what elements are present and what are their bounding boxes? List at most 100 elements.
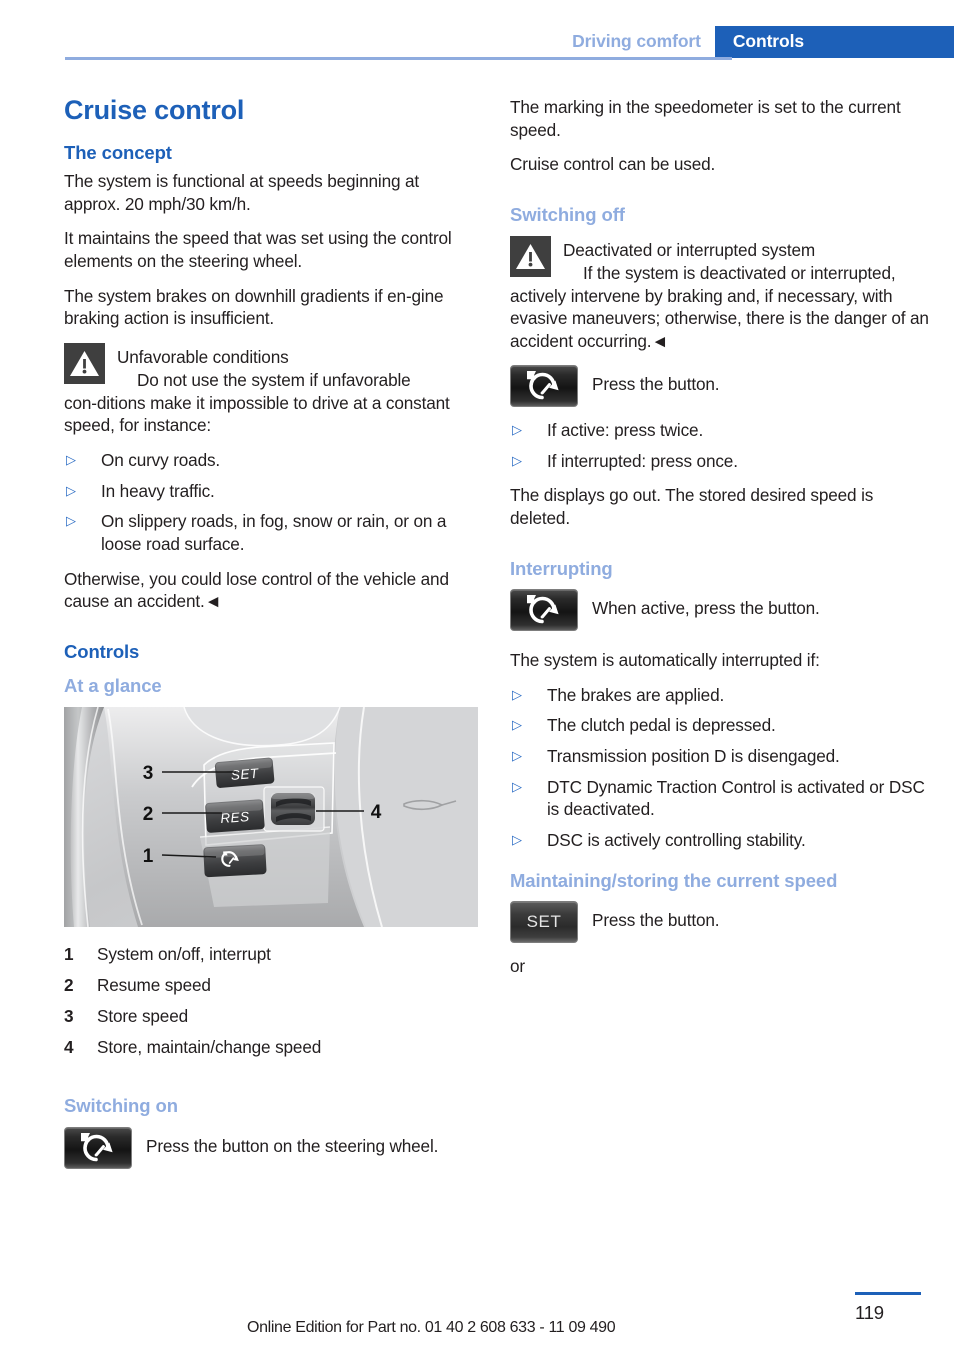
maintaining-or-text: or [510,955,525,976]
interrupting-bullet-list: ▷ The brakes are applied. ▷ The clutch p… [510,684,930,852]
list-item: ▷ DTC Dynamic Traction Control is activa… [510,776,930,821]
list-item: ▷ On curvy roads. [64,449,478,472]
legend-label: Store, maintain/change speed [97,1037,322,1058]
set-button-label: SET [526,911,562,931]
list-item: ▷ Transmission position D is disengaged. [510,745,930,768]
legend-number: 2 [64,974,74,995]
paragraph-intro-1: The marking in the speedometer is set to… [510,97,901,140]
switching-off-closing-text: The displays go out. The stored desired … [510,485,874,528]
list-item: ▷ The clutch pedal is depressed. [510,714,930,737]
right-column: The marking in the speedometer is set to… [510,96,930,990]
heading-switching-on: Switching on [64,1095,178,1117]
bullet-triangle-icon: ▷ [512,778,522,794]
warning-deactivated-or-interrupted: Deactivated or interrupted system If the… [510,235,930,353]
figure-legend: 1 System on/off, interrupt 2 Resume spee… [64,943,478,1060]
interrupting-lead-in: The system is automatically interrupted … [510,649,820,670]
bullet-triangle-icon: ▷ [512,452,522,468]
heading-at-a-glance: At a glance [64,675,162,697]
cruise-control-button-icon [510,588,578,631]
warning-title: Unfavorable conditions [117,347,289,368]
footer-note: Online Edition for Part no. 01 40 2 608 … [247,1319,616,1336]
breadcrumb-section-driving-comfort: Driving comfort [572,31,701,51]
list-item-label: DSC is actively controlling stability. [547,830,806,851]
warning-triangle-icon [64,343,105,385]
heading-switching-off: Switching off [510,204,625,226]
left-column: Cruise control The concept The system is… [64,95,478,1181]
list-item-label: The clutch pedal is depressed. [547,715,776,736]
heading-maintaining-storing-current-speed: Maintaining/storing the current speed [510,869,838,891]
list-item: ▷ If interrupted: press once. [510,450,930,473]
switching-on-instruction-row: Press the button on the steering wheel. [64,1126,478,1169]
switching-off-instruction-label: Press the button. [592,373,720,394]
warning-body: Do not use the system if unfavorable con… [64,369,450,436]
bullet-triangle-icon: ▷ [512,686,522,702]
bullet-triangle-icon: ▷ [512,717,522,733]
legend-item-3: 3 Store speed [64,1005,478,1028]
warning-bullet-list: ▷ On curvy roads. ▷ In heavy traffic. ▷ … [64,449,478,556]
bullet-triangle-icon: ▷ [66,451,76,467]
paragraph-intro-2: Cruise control can be used. [510,154,716,175]
page-number: 119 [855,1302,884,1323]
set-button-icon: SET [510,900,578,943]
maintaining-instruction-row: SET Press the button. [510,900,930,943]
switching-off-bullet-list: ▷ If active: press twice. ▷ If interrupt… [510,419,930,472]
warning-unfavorable-conditions: Unfavorable conditions Do not use the sy… [64,342,478,437]
list-item-label: On slippery roads, in fog, snow or rain,… [101,511,447,555]
svg-text:SET: SET [230,765,260,782]
legend-number: 1 [64,943,74,964]
legend-label: Store speed [97,1005,189,1026]
warning-closing-text: Otherwise, you could lose control of the… [64,568,449,612]
bullet-triangle-icon: ▷ [512,747,522,763]
list-item-label: If interrupted: press once. [547,450,738,471]
footer-divider [855,1292,921,1295]
warning-triangle-icon [510,236,551,278]
paragraph-concept-2: It maintains the speed that was set usin… [64,228,452,271]
breadcrumb: Driving comfort Controls [556,26,954,58]
warning-body: If the system is deactivated or interrup… [510,263,929,352]
bullet-triangle-icon: ▷ [512,832,522,848]
legend-item-2: 2 Resume speed [64,974,478,997]
legend-item-4: 4 Store, maintain/change speed [64,1036,478,1059]
list-item: ▷ In heavy traffic. [64,480,478,503]
list-item-label: On curvy roads. [101,449,221,470]
page-header: Driving comfort Controls [0,26,954,58]
paragraph-concept-3: The system brakes on downhill gradients … [64,285,444,329]
heading-the-concept: The concept [64,141,172,163]
list-item: ▷ If active: press twice. [510,419,930,442]
interrupting-instruction-label: When active, press the button. [592,597,820,618]
legend-label: System on/off, interrupt [97,943,271,964]
cruise-control-button-icon [64,1126,132,1169]
bullet-triangle-icon: ▷ [66,482,76,498]
legend-number: 4 [64,1037,74,1058]
page-title: Cruise control [64,95,245,125]
cruise-control-button-icon [510,364,578,407]
header-divider [65,57,732,60]
heading-interrupting: Interrupting [510,557,613,579]
breadcrumb-section-controls: Controls [714,26,954,58]
warning-title: Deactivated or interrupted system [563,240,816,261]
list-item-label: The brakes are applied. [547,684,725,705]
list-item-label: In heavy traffic. [101,480,215,501]
list-item: ▷ The brakes are applied. [510,684,930,707]
list-item-label: If active: press twice. [547,419,704,440]
svg-text:3: 3 [143,763,154,784]
list-item: ▷ DSC is actively controlling stability. [510,829,930,852]
svg-text:2: 2 [143,804,154,825]
bullet-triangle-icon: ▷ [512,421,522,437]
legend-item-1: 1 System on/off, interrupt [64,943,478,966]
legend-label: Resume speed [97,974,211,995]
maintaining-instruction-label: Press the button. [592,909,720,930]
legend-number: 3 [64,1005,74,1026]
switching-off-instruction-row: Press the button. [510,364,930,407]
heading-controls: Controls [64,641,140,663]
paragraph-concept-1: The system is functional at speeds begin… [64,170,420,214]
interrupting-instruction-row: When active, press the button. [510,588,930,631]
list-item-label: Transmission position D is disengaged. [547,745,840,766]
switching-on-instruction-label: Press the button on the steering wheel. [146,1135,439,1156]
svg-text:4: 4 [371,802,382,823]
list-item-label: DTC Dynamic Traction Control is activate… [547,776,925,820]
